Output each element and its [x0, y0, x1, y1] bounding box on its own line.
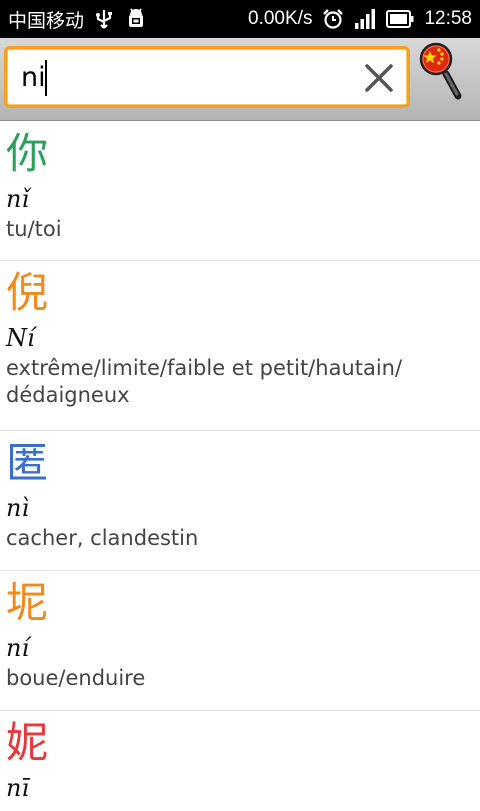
signal-icon [354, 7, 376, 31]
list-item[interactable]: 坭 ní boue/enduire [0, 571, 480, 711]
usb-icon [94, 7, 114, 31]
clock: 12:58 [424, 8, 472, 29]
pinyin: nǐ [6, 185, 30, 213]
search-input[interactable]: ni [4, 46, 410, 108]
alarm-icon [322, 7, 344, 31]
network-speed: 0.00K/s [248, 8, 313, 29]
carrier-name: 中国移动 [8, 10, 85, 32]
search-query-text[interactable]: ni [21, 63, 46, 93]
hanzi-character: 倪 [6, 268, 49, 317]
list-item[interactable]: 妮 nī [0, 711, 480, 811]
china-flag-magnifier-icon[interactable] [418, 42, 474, 112]
hanzi-character: 你 [6, 129, 49, 178]
definition: tu/toi [6, 217, 62, 241]
status-bar: 中国移动 0.00K/s 12:58 [0, 0, 480, 38]
definition: extrême/limite/faible et petit/hautain/d… [6, 356, 403, 407]
list-item[interactable]: 你 nǐ tu/toi [0, 122, 480, 261]
definition: cacher, clandestin [6, 526, 199, 550]
close-icon[interactable] [363, 62, 395, 94]
pinyin: nì [6, 494, 30, 522]
text-caret [45, 60, 47, 96]
hanzi-character: 妮 [6, 718, 49, 767]
list-item[interactable]: 倪 Ní extrême/limite/faible et petit/haut… [0, 261, 480, 431]
list-item[interactable]: 匿 nì cacher, clandestin [0, 431, 480, 571]
hanzi-character: 匿 [6, 438, 49, 487]
pinyin: ní [6, 634, 30, 662]
pinyin: Ní [6, 324, 35, 352]
android-debug-icon [124, 7, 148, 31]
search-toolbar: ni [0, 38, 480, 121]
results-list: 你 nǐ tu/toi 倪 Ní extrême/limite/faible e… [0, 122, 480, 811]
pinyin: nī [6, 774, 30, 802]
battery-icon [386, 7, 414, 31]
definition: boue/enduire [6, 666, 146, 690]
hanzi-character: 坭 [6, 578, 49, 627]
